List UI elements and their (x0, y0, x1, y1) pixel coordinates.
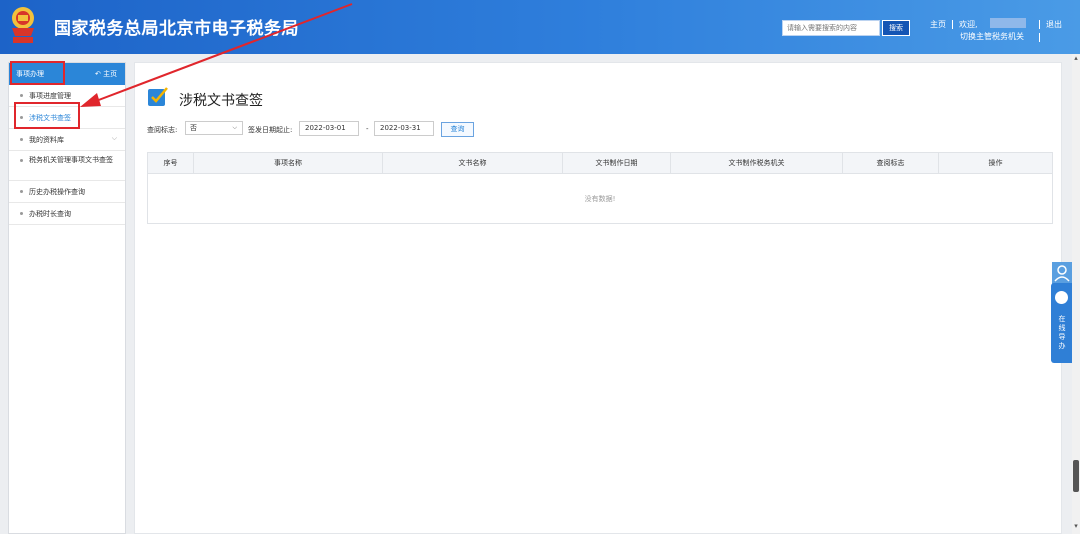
sidebar-item-duration[interactable]: 办税时长查询 (9, 203, 125, 225)
sidebar-home-link[interactable]: ↶ 主页 (95, 69, 117, 79)
bullet-icon (20, 212, 23, 215)
column-header: 事项名称 (194, 153, 383, 173)
date-separator: - (366, 125, 369, 133)
date-range-label: 签发日期起止: (248, 126, 293, 134)
logout-link[interactable]: 退出 (1046, 20, 1062, 30)
sidebar-item-label: 税务机关管理事项文书查签 (29, 156, 113, 164)
document-check-icon (148, 87, 168, 106)
query-flag-select[interactable]: 否 ⌵ (185, 121, 243, 135)
page-title: 涉税文书查签 (179, 93, 263, 109)
avatar-icon (1055, 291, 1068, 304)
site-title: 国家税务总局北京市电子税务局 (54, 19, 299, 39)
back-arrow-icon: ↶ (95, 70, 101, 78)
empty-state-text: 没有数据! (584, 195, 616, 203)
query-button[interactable]: 查询 (441, 122, 474, 137)
header-divider (952, 20, 953, 29)
table-header: 序号 事项名称 文书名称 文书制作日期 文书制作税务机关 查阅标志 操作 (148, 153, 1052, 174)
sidebar-item-tax-document[interactable]: 涉税文书查签 (9, 107, 125, 129)
top-header-bar: 国家税务总局北京市电子税务局 搜索 主页 欢迎, 退出 切换主管税务机关 (0, 0, 1080, 54)
column-header: 文书制作日期 (563, 153, 671, 173)
query-flag-value: 否 (190, 124, 197, 132)
end-date-input[interactable]: 2022-03-31 (374, 121, 434, 136)
sidebar-item-label: 历史办税操作查询 (29, 188, 85, 196)
column-header: 操作 (988, 159, 1003, 167)
user-service-icon[interactable] (1052, 262, 1072, 284)
sidebar-item-agency-document[interactable]: 税务机关管理事项文书查签 (9, 151, 125, 181)
header-divider (1039, 33, 1040, 42)
chevron-down-icon: ⌵ (232, 124, 237, 131)
bullet-icon (20, 94, 23, 97)
online-guide-button[interactable]: 在线导办 (1051, 283, 1072, 363)
scrollbar-thumb[interactable] (1073, 460, 1079, 492)
header-divider (1039, 20, 1040, 29)
sidebar-header: 事项办理 ↶ 主页 (9, 63, 125, 85)
bullet-icon (20, 190, 23, 193)
search-input[interactable] (782, 20, 880, 36)
bullet-icon (20, 159, 23, 162)
bullet-icon (20, 138, 23, 141)
sidebar-item-history[interactable]: 历史办税操作查询 (9, 181, 125, 203)
search-button[interactable]: 搜索 (882, 20, 910, 36)
home-link[interactable]: 主页 (930, 20, 946, 30)
main-panel: 涉税文书查签 查阅标志: 否 ⌵ 签发日期起止: 2022-03-01 - 20… (134, 62, 1062, 534)
column-header: 序号 (148, 153, 194, 173)
column-header: 查阅标志 (843, 153, 939, 173)
sidebar-item-label: 我的资料库 (29, 136, 64, 144)
column-header: 文书制作税务机关 (671, 153, 843, 173)
sidebar-item-label: 办税时长查询 (29, 210, 71, 218)
masked-username (990, 18, 1026, 28)
column-header: 文书名称 (383, 153, 563, 173)
start-date-input[interactable]: 2022-03-01 (299, 121, 359, 136)
sidebar-title: 事项办理 (16, 70, 44, 78)
sidebar-item-label: 涉税文书查签 (29, 114, 71, 122)
tax-emblem-logo (12, 7, 34, 43)
switch-tax-office-link[interactable]: 切换主管税务机关 (960, 32, 1024, 42)
bullet-icon (20, 116, 23, 119)
chevron-down-icon: ⌵ (111, 134, 117, 142)
documents-table: 序号 事项名称 文书名称 文书制作日期 文书制作税务机关 查阅标志 操作 没有数… (147, 152, 1053, 224)
sidebar-item-label: 事项进度管理 (29, 92, 71, 100)
sidebar: 事项办理 ↶ 主页 事项进度管理 涉税文书查签 我的资料库 ⌵ 税务机关管理事项… (8, 62, 126, 534)
person-icon (1054, 265, 1070, 282)
welcome-text: 欢迎, (959, 20, 978, 29)
sidebar-home-label: 主页 (103, 70, 118, 78)
scroll-down-icon[interactable]: ▾ (1072, 522, 1080, 530)
scroll-up-icon[interactable]: ▴ (1072, 54, 1080, 62)
sidebar-item-my-library[interactable]: 我的资料库 ⌵ (9, 129, 125, 151)
sidebar-item-progress[interactable]: 事项进度管理 (9, 85, 125, 107)
query-flag-label: 查阅标志: (147, 126, 178, 134)
online-guide-label: 在线导办 (1058, 315, 1066, 350)
